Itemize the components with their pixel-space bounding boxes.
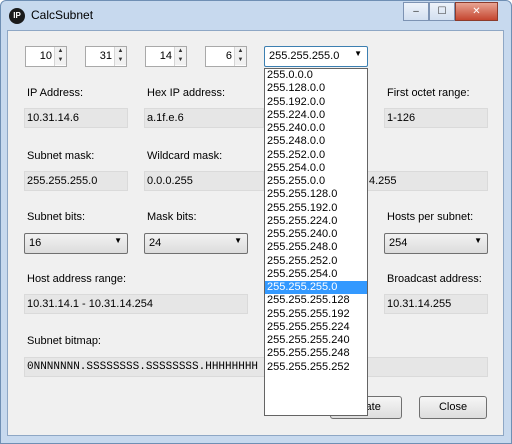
spin-down-icon[interactable]: ▼: [175, 56, 186, 65]
spin-up-icon[interactable]: ▲: [175, 47, 186, 56]
spin-arrows[interactable]: ▲ ▼: [174, 47, 186, 66]
app-icon: IP: [9, 8, 25, 24]
subnet-bits-label: Subnet bits:: [27, 211, 86, 223]
bitmap-field: 0NNNNNNN.SSSSSSSS.SSSSSSSS.HHHHHHHH: [24, 357, 488, 377]
octet-4-value: 6: [225, 50, 232, 62]
spin-down-icon[interactable]: ▼: [55, 56, 66, 65]
hex-ip-field: a.1f.e.6: [144, 108, 264, 128]
spin-down-icon[interactable]: ▼: [115, 56, 126, 65]
host-range-field: 10.31.14.1 - 10.31.14.254: [24, 294, 248, 314]
wildcard-mask-label: Wildcard mask:: [147, 150, 223, 162]
hex-ip-label: Hex IP address:: [147, 87, 226, 99]
maximize-button[interactable]: ☐: [429, 2, 455, 21]
subnet-bits-combo[interactable]: 16 ▼: [24, 233, 128, 254]
spin-up-icon[interactable]: ▲: [235, 47, 246, 56]
chevron-down-icon: ▼: [474, 236, 482, 245]
mask-bits-label: Mask bits:: [147, 211, 197, 223]
spin-arrows[interactable]: ▲ ▼: [114, 47, 126, 66]
bitmap-label: Subnet bitmap:: [27, 335, 101, 347]
hosts-per-subnet-label: Hosts per subnet:: [387, 211, 474, 223]
spin-arrows[interactable]: ▲ ▼: [234, 47, 246, 66]
mask-bits-combo[interactable]: 24 ▼: [144, 233, 248, 254]
octet-2-value: 31: [99, 50, 112, 62]
octet-3-spinner[interactable]: 14 ▲ ▼: [145, 46, 187, 67]
mask-option[interactable]: 255.254.0.0: [265, 162, 367, 175]
octet-1-value: 10: [39, 50, 52, 62]
subnet-mask-combo-value: 255.255.255.0: [269, 50, 340, 62]
mask-option[interactable]: 255.255.254.0: [265, 268, 367, 281]
broadcast-field: 10.31.14.255: [384, 294, 488, 314]
subnet-bits-value: 16: [29, 237, 42, 249]
mask-option[interactable]: 255.0.0.0: [265, 69, 367, 82]
mask-option[interactable]: 255.252.0.0: [265, 149, 367, 162]
mask-option[interactable]: 255.128.0.0: [265, 82, 367, 95]
broadcast-label: Broadcast address:: [387, 273, 482, 285]
hosts-per-subnet-value: 254: [389, 237, 408, 249]
minimize-button[interactable]: –: [403, 2, 429, 21]
mask-option[interactable]: 255.240.0.0: [265, 122, 367, 135]
subnet-mask-field: 255.255.255.0: [24, 171, 128, 191]
first-octet-field: 1-126: [384, 108, 488, 128]
octet-3-value: 14: [159, 50, 172, 62]
mask-option[interactable]: 255.255.192.0: [265, 202, 367, 215]
mask-option[interactable]: 255.255.0.0: [265, 175, 367, 188]
chevron-down-icon: ▼: [114, 236, 122, 245]
first-octet-label: First octet range:: [387, 87, 470, 99]
mask-option[interactable]: 255.255.240.0: [265, 228, 367, 241]
mask-option[interactable]: 255.255.255.248: [265, 347, 367, 360]
close-button[interactable]: Close: [419, 396, 487, 419]
mask-option[interactable]: 255.255.248.0: [265, 241, 367, 254]
subnet-mask-label: Subnet mask:: [27, 150, 95, 162]
close-window-button[interactable]: ✕: [455, 2, 498, 21]
mask-option[interactable]: 255.255.255.192: [265, 308, 367, 321]
mask-option[interactable]: 255.255.224.0: [265, 215, 367, 228]
subnet-mask-dropdown-list[interactable]: 255.0.0.0 255.128.0.0 255.192.0.0 255.224.0…: [264, 68, 368, 416]
spin-down-icon[interactable]: ▼: [235, 56, 246, 65]
mask-option[interactable]: 255.248.0.0: [265, 135, 367, 148]
hosts-per-subnet-combo[interactable]: 254 ▼: [384, 233, 488, 254]
mask-option[interactable]: 255.224.0.0: [265, 109, 367, 122]
subnet-mask-combo[interactable]: 255.255.255.0 ▼: [264, 46, 368, 67]
mask-option[interactable]: 255.255.255.128: [265, 294, 367, 307]
mask-option[interactable]: 255.255.255.224: [265, 321, 367, 334]
mask-option[interactable]: 255.255.255.0: [265, 281, 367, 295]
spin-up-icon[interactable]: ▲: [115, 47, 126, 56]
mask-option[interactable]: 255.255.128.0: [265, 188, 367, 201]
octet-1-spinner[interactable]: 10 ▲ ▼: [25, 46, 67, 67]
ip-address-field: 10.31.14.6: [24, 108, 128, 128]
wildcard-mask-field: 0.0.0.255: [144, 171, 264, 191]
chevron-down-icon: ▼: [234, 236, 242, 245]
mask-option[interactable]: 255.255.255.252: [265, 361, 367, 374]
host-range-label: Host address range:: [27, 273, 127, 285]
spin-up-icon[interactable]: ▲: [55, 47, 66, 56]
window-title: CalcSubnet: [31, 8, 94, 22]
octet-2-spinner[interactable]: 31 ▲ ▼: [85, 46, 127, 67]
chevron-down-icon: ▼: [354, 49, 362, 58]
spin-arrows[interactable]: ▲ ▼: [54, 47, 66, 66]
title-bar[interactable]: IP CalcSubnet – ☐ ✕: [1, 1, 511, 31]
ip-address-label: IP Address:: [27, 87, 84, 99]
mask-option[interactable]: 255.255.252.0: [265, 255, 367, 268]
mask-option[interactable]: 255.255.255.240: [265, 334, 367, 347]
mask-option[interactable]: 255.192.0.0: [265, 96, 367, 109]
mask-bits-value: 24: [149, 237, 162, 249]
octet-4-spinner[interactable]: 6 ▲ ▼: [205, 46, 247, 67]
